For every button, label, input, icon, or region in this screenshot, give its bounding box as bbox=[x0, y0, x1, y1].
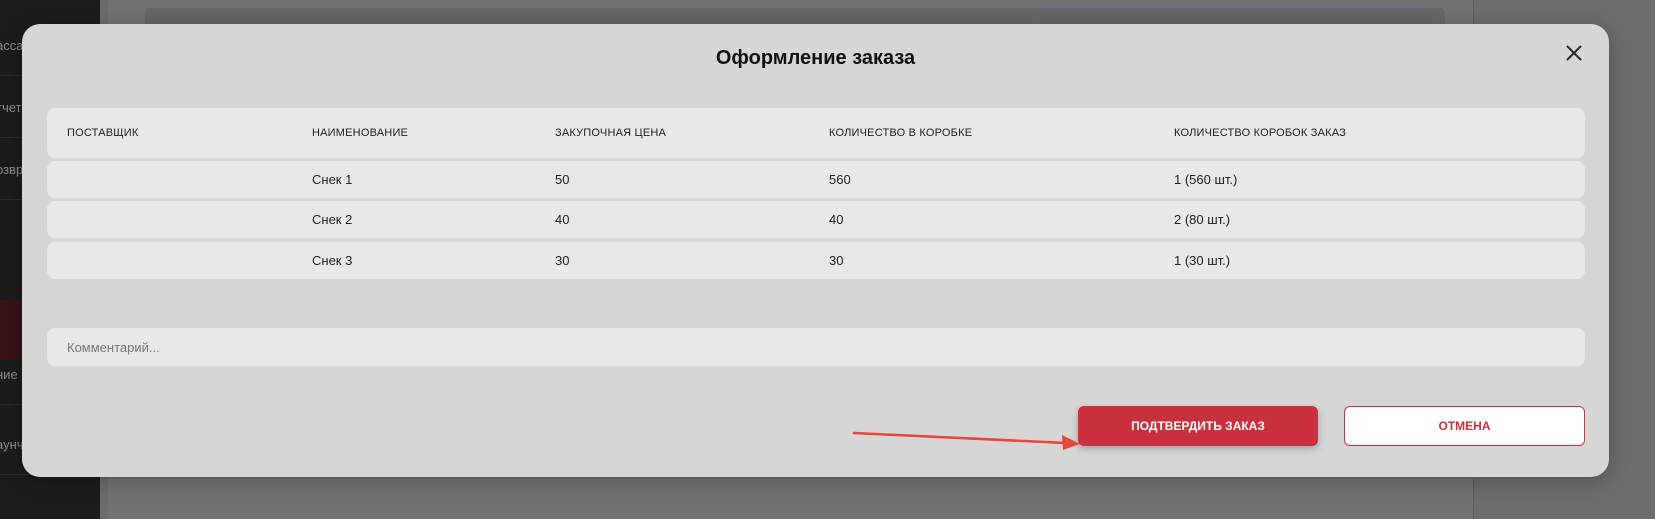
cancel-button[interactable]: ОТМЕНА bbox=[1344, 406, 1585, 446]
header-purchase-price: ЗАКУПОЧНАЯ ЦЕНА bbox=[555, 127, 667, 139]
confirm-order-button[interactable]: ПОДТВЕРДИТЬ ЗАКАЗ bbox=[1078, 406, 1318, 446]
annotation-arrow-icon bbox=[852, 431, 1080, 450]
header-name: НАИМЕНОВАНИЕ bbox=[312, 127, 409, 139]
cell-price: 50 bbox=[555, 172, 570, 187]
cell-price: 30 bbox=[555, 253, 570, 268]
cell-boxes: 2 (80 шт.) bbox=[1174, 212, 1231, 227]
cell-name: Снек 2 bbox=[312, 212, 353, 227]
cell-name: Снек 1 bbox=[312, 172, 353, 187]
cell-qty-in-box: 560 bbox=[829, 172, 851, 187]
cell-qty-in-box: 40 bbox=[829, 212, 844, 227]
table-header: ПОСТАВЩИК НАИМЕНОВАНИЕ ЗАКУПОЧНАЯ ЦЕНА К… bbox=[47, 108, 1585, 158]
order-modal: Оформление заказа ПОСТАВЩИК НАИМЕНОВАНИЕ… bbox=[22, 24, 1609, 477]
cell-boxes: 1 (30 шт.) bbox=[1174, 253, 1231, 268]
table-row: Снек 2 40 40 2 (80 шт.) bbox=[47, 201, 1585, 238]
header-boxes-ordered: КОЛИЧЕСТВО КОРОБОК ЗАКАЗ bbox=[1174, 127, 1347, 139]
header-qty-in-box: КОЛИЧЕСТВО В КОРОБКЕ bbox=[829, 127, 973, 139]
cell-boxes: 1 (560 шт.) bbox=[1174, 172, 1238, 187]
modal-title: Оформление заказа bbox=[715, 47, 916, 69]
cell-price: 40 bbox=[555, 212, 570, 227]
cell-qty-in-box: 30 bbox=[829, 253, 844, 268]
header-supplier: ПОСТАВЩИК bbox=[67, 127, 139, 139]
close-icon[interactable] bbox=[1561, 40, 1587, 66]
table-row: Снек 3 30 30 1 (30 шт.) bbox=[47, 242, 1585, 279]
comment-input[interactable] bbox=[47, 328, 1585, 366]
table-row: Снек 1 50 560 1 (560 шт.) bbox=[47, 161, 1585, 198]
cell-name: Снек 3 bbox=[312, 253, 353, 268]
